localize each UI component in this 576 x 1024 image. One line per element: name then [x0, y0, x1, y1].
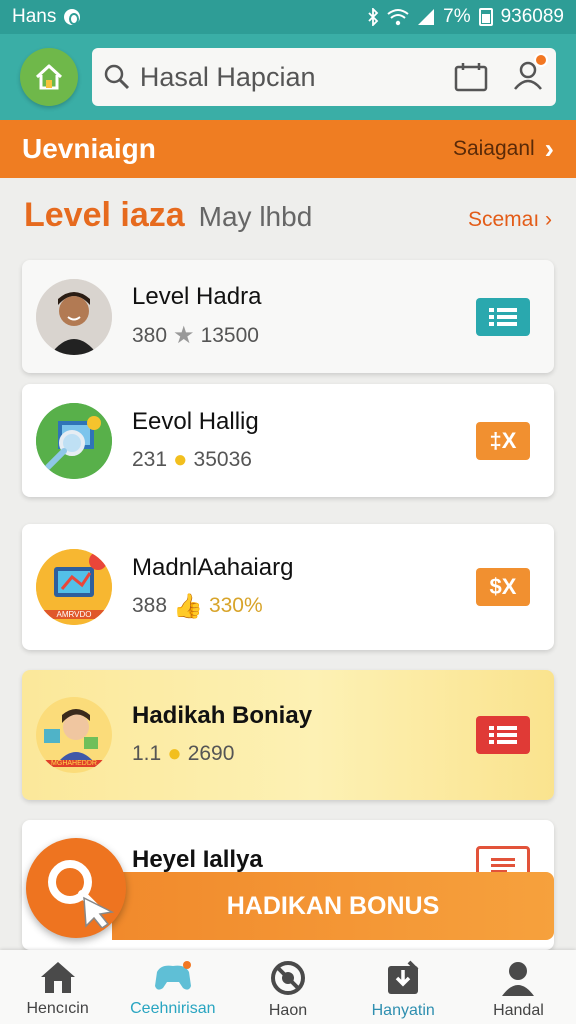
home-button[interactable]: [20, 48, 78, 106]
coin-icon: ●: [167, 740, 182, 767]
game-controller-icon: [154, 961, 191, 990]
nav-item-profile[interactable]: Handal: [461, 950, 576, 1024]
list-header: Level iaza May lhbd Scemaı ›: [24, 196, 552, 240]
item-count: 380: [132, 323, 168, 347]
magnifier-app-icon: [36, 402, 112, 479]
item-name: Hadikah Boniay: [132, 702, 313, 729]
calendar-icon[interactable]: [454, 62, 488, 92]
notification-icon: [64, 9, 81, 25]
list-icon: [489, 307, 517, 326]
dollar-x-icon: ‡X: [489, 427, 517, 453]
section-title: Uevniaign: [22, 133, 156, 164]
list-subtitle: May lhbd: [198, 201, 313, 232]
nav-label: Hanyatin: [371, 1002, 435, 1019]
nav-item-games[interactable]: Ceehnirisan: [115, 950, 230, 1024]
profile-button[interactable]: [512, 52, 548, 96]
battery-percent: 7%: [443, 6, 471, 27]
item-points: 330%: [208, 594, 263, 617]
home-icon: [40, 962, 75, 993]
nav-label: Handal: [493, 1002, 544, 1019]
item-points: 35036: [193, 447, 252, 471]
item-badge: AMRVDO: [38, 610, 110, 619]
list-item[interactable]: Eevol Hallig 231 ● 35036 ‡X: [22, 384, 554, 497]
block-icon: [271, 961, 305, 995]
trophy-app-icon: AMRVDO: [36, 549, 112, 625]
top-app-bar: Hasal Hapcian: [0, 34, 576, 120]
bottom-nav: Hencıcin Ceehnirisan Haon Hanyatin Handa…: [0, 950, 576, 1024]
dollar-x-icon: $X: [489, 574, 517, 599]
magnifier-cursor-icon: [48, 860, 115, 928]
item-badge: MGHAHEDDR: [38, 760, 110, 767]
search-fab[interactable]: [26, 838, 126, 938]
star-icon: ★: [173, 322, 195, 349]
item-count: 388: [132, 594, 168, 617]
nav-item-blocked[interactable]: Haon: [230, 950, 345, 1024]
nav-item-download[interactable]: Hanyatin: [346, 950, 461, 1024]
status-time: 936089: [500, 6, 564, 27]
avatar: [36, 278, 112, 355]
list-icon: [489, 726, 517, 744]
item-count: 231: [132, 447, 168, 471]
nav-label: Haon: [268, 1002, 308, 1019]
section-see-all-link[interactable]: Saiaganl ›: [453, 133, 554, 165]
nav-label: Ceehnirisan: [130, 1000, 216, 1017]
item-name: Level Hadra: [132, 283, 262, 310]
section-link-label: Saiaganl: [452, 137, 535, 160]
item-count: 1.1: [132, 742, 162, 765]
wifi-icon: [387, 9, 409, 26]
bonus-button[interactable]: HADIKAN BONUS: [112, 872, 554, 940]
signal-icon: [418, 9, 435, 25]
download-icon: [388, 960, 419, 994]
notification-badge: [534, 52, 548, 67]
person-icon: [502, 962, 535, 996]
bluetooth-icon: [368, 8, 379, 26]
item-action-button[interactable]: $X: [476, 568, 530, 606]
nav-item-home[interactable]: Hencıcin: [0, 950, 115, 1024]
item-points: 13500: [200, 323, 259, 347]
thumbs-up-icon: 👍: [173, 592, 203, 620]
list-see-more-link[interactable]: Scemaı ›: [468, 208, 552, 232]
chevron-right-icon: ›: [544, 133, 554, 164]
search-input[interactable]: Hasal Hapcian: [140, 62, 454, 93]
section-bar: Uevniaign Saiaganl ›: [0, 120, 576, 178]
list-item[interactable]: Level Hadra 380 ★ 13500: [22, 260, 554, 373]
list-item-featured[interactable]: MGHAHEDDR Hadikah Boniay 1.1 ● 2690: [22, 670, 554, 800]
bonus-button-label: HADIKAN BONUS: [226, 891, 440, 920]
home-icon: [35, 64, 62, 90]
item-action-button[interactable]: [476, 297, 530, 336]
list-title: Level iaza: [24, 196, 185, 234]
battery-icon: [478, 8, 493, 26]
item-name: MadnlAahaiarg: [132, 553, 294, 581]
list-item[interactable]: AMRVDO MadnlAahaiarg 388 👍 330% $X: [22, 524, 554, 650]
search-bar[interactable]: Hasal Hapcian: [91, 48, 556, 106]
status-bar: Hans 7% 936089: [0, 0, 576, 34]
coin-icon: ●: [173, 445, 188, 473]
item-name: Eevol Hallig: [132, 407, 259, 435]
item-points: 2690: [187, 742, 235, 765]
item-name: Heyel Iallya: [132, 846, 263, 873]
mascot-app-icon: MGHAHEDDR: [36, 697, 112, 773]
nav-label: Hencıcin: [26, 1000, 89, 1017]
item-action-button[interactable]: [476, 716, 530, 754]
search-icon: [104, 64, 129, 90]
item-action-button[interactable]: ‡X: [476, 421, 530, 460]
status-carrier: Hans: [12, 6, 57, 27]
